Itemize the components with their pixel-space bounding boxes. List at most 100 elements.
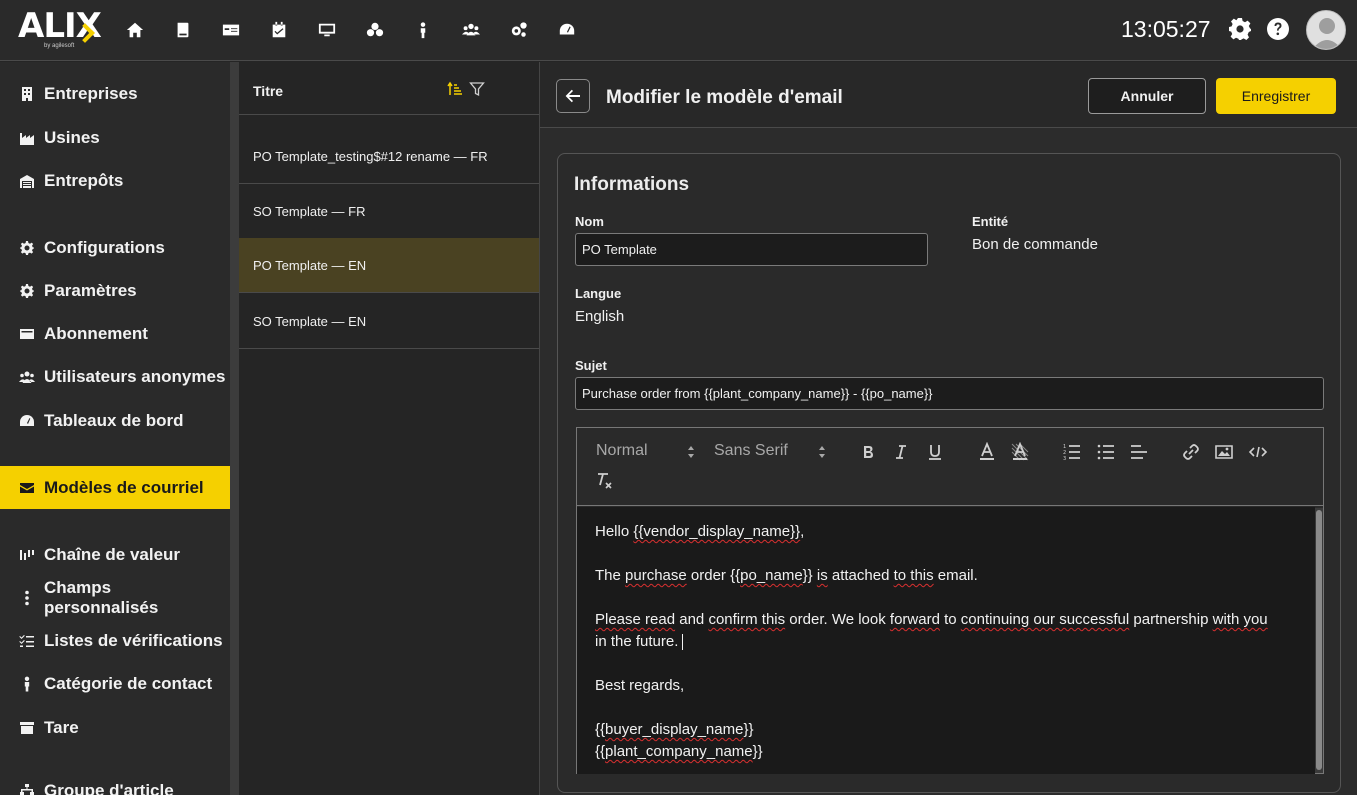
sidebar-item-label: Abonnement [44,324,148,343]
image-icon[interactable] [1213,441,1235,463]
sidebar-item-chaine-de-valeur[interactable]: Chaîne de valeur [0,535,230,575]
sidebar-item-tare[interactable]: Tare [0,708,230,748]
sidebar-item-champs-personnalises[interactable]: Champs personnalisés [0,578,230,618]
sidebar-item-label: Tare [44,718,79,737]
main-content: Modifier le modèle d'email Annuler Enreg… [540,62,1357,795]
template-list-panel: Titre PO Template_testing$#12 rename — F… [239,62,540,795]
clock: 13:05:27 [1121,16,1211,42]
language-label: Langue [575,286,622,301]
sidebar-item-label: Tableaux de bord [44,411,184,430]
entity-value: Bon de commande [972,236,1098,253]
sidebar-item-usines[interactable]: Usines [0,118,230,158]
sidebar-item-groupe-d-article[interactable]: Groupe d'article [0,771,230,795]
sidebar-item-utilisateurs-anonymes[interactable]: Utilisateurs anonymes [0,357,230,397]
body-line-greeting: Hello {{vendor_display_name}}, [595,523,805,540]
list-item-label: PO Template — EN [253,257,367,273]
body-line-attachment: The purchase order {{po_name}} is attach… [595,567,978,584]
card-title: Informations [574,174,690,195]
sidebar-item-categorie-de-contact[interactable]: Catégorie de contact [0,664,230,704]
italic-icon[interactable] [890,441,912,463]
sidebar-item-entrepots[interactable]: Entrepôts [0,161,230,201]
clear-format-icon[interactable] [593,470,615,492]
underline-icon[interactable] [924,441,946,463]
card-icon[interactable] [221,20,241,40]
sidebar-item-listes-de-verifications[interactable]: Listes de vérifications [0,621,230,661]
sidebar-item-label: Paramètres [44,281,137,300]
list-item[interactable]: PO Template_testing$#12 rename — FR [239,129,539,184]
back-button[interactable] [556,79,590,113]
name-field[interactable]: PO Template [575,233,928,266]
sidebar-item-label: Catégorie de contact [44,674,213,693]
settings-gear-icon[interactable] [1228,17,1252,41]
sidebar-item-modeles-de-courriel[interactable]: Modèles de courriel [0,466,230,509]
filter-icon[interactable] [469,81,485,97]
sort-ascending-icon[interactable] [447,81,463,97]
sitemap-icon [18,782,36,795]
entity-label: Entité [972,214,1009,229]
list-item[interactable]: SO Template — EN [239,294,539,349]
list-item-selected[interactable]: PO Template — EN [239,238,539,293]
sidebar-item-label: Groupe d'article [44,781,174,795]
sidebar-item-label: Champs personnalisés [43,578,159,617]
language-value: English [575,308,625,325]
sidebar-item-abonnement[interactable]: Abonnement [0,314,230,354]
text-cursor [682,634,684,651]
format-select[interactable]: Normal [596,442,648,460]
email-body-editor[interactable]: Hello {{vendor_display_name}}, The purch… [577,507,1315,774]
warehouse-icon [18,172,36,190]
list-item-label: SO Template — FR [253,203,366,219]
book-icon[interactable] [173,20,193,40]
cancel-button[interactable]: Annuler [1088,78,1206,114]
format-select-caret-icon [687,445,695,459]
archive-icon [18,719,36,737]
body-line-future: in the future. [595,631,1297,653]
list-item[interactable]: SO Template — FR [239,184,539,239]
gauge-icon[interactable] [557,20,577,40]
person-icon[interactable] [413,20,433,40]
sidebar-item-configurations[interactable]: Configurations [0,228,230,268]
sidebar-item-label: Modèles de courriel [44,477,204,497]
informations-card: Informations Nom PO Template Entité Bon … [557,153,1341,793]
subject-field[interactable]: Purchase order from {{plant_company_name… [575,377,1324,410]
text-color-icon[interactable] [976,441,998,463]
users-icon[interactable] [461,20,481,40]
sidebar-item-tableaux-de-bord[interactable]: Tableaux de bord [0,401,230,441]
cogs-icon[interactable] [509,20,529,40]
body-line-plant: {{plant_company_name}} [595,743,763,760]
gear-icon [18,282,36,300]
page-title: Modifier le modèle d'email [606,87,843,108]
sidebar-item-label: Usines [44,128,100,147]
link-icon[interactable] [1180,441,1202,463]
bold-icon[interactable] [857,441,879,463]
align-icon[interactable] [1128,441,1150,463]
logo-subtext: by agilesoft [44,43,75,49]
subject-label: Sujet [575,358,607,373]
home-icon[interactable] [125,20,145,40]
user-avatar[interactable] [1306,10,1346,50]
body-line-confirm: Please read and confirm this order. We l… [595,611,1268,628]
list-item-label: PO Template_testing$#12 rename — FR [253,148,488,164]
main-header: Modifier le modèle d'email Annuler Enreg… [540,62,1357,128]
factory-icon [18,129,36,147]
monitor-icon[interactable] [317,20,337,40]
sidebar-item-parametres[interactable]: Paramètres [0,271,230,311]
users-icon [18,368,36,386]
help-icon[interactable] [1266,17,1290,41]
save-button[interactable]: Enregistrer [1216,78,1336,114]
gauge-icon [18,412,36,430]
alix-logo[interactable]: ALIX by agilesoft [18,6,102,50]
bullet-list-icon[interactable] [1095,441,1117,463]
svg-text:3: 3 [1063,456,1066,462]
calendar-check-icon[interactable] [269,20,289,40]
sidebar-scrollbar[interactable] [230,62,239,795]
background-color-icon[interactable] [1009,441,1031,463]
envelope-icon [18,479,36,497]
sidebar-item-label: Listes de vérifications [44,631,223,650]
ordered-list-icon[interactable]: 123 [1061,441,1083,463]
font-select[interactable]: Sans Serif [714,442,788,460]
sidebar-item-label: Configurations [44,238,165,257]
boxes-icon[interactable] [365,20,385,40]
code-icon[interactable] [1247,441,1269,463]
editor-scrollbar-thumb[interactable] [1316,510,1322,770]
sidebar-item-entreprises[interactable]: Entreprises [0,74,230,114]
